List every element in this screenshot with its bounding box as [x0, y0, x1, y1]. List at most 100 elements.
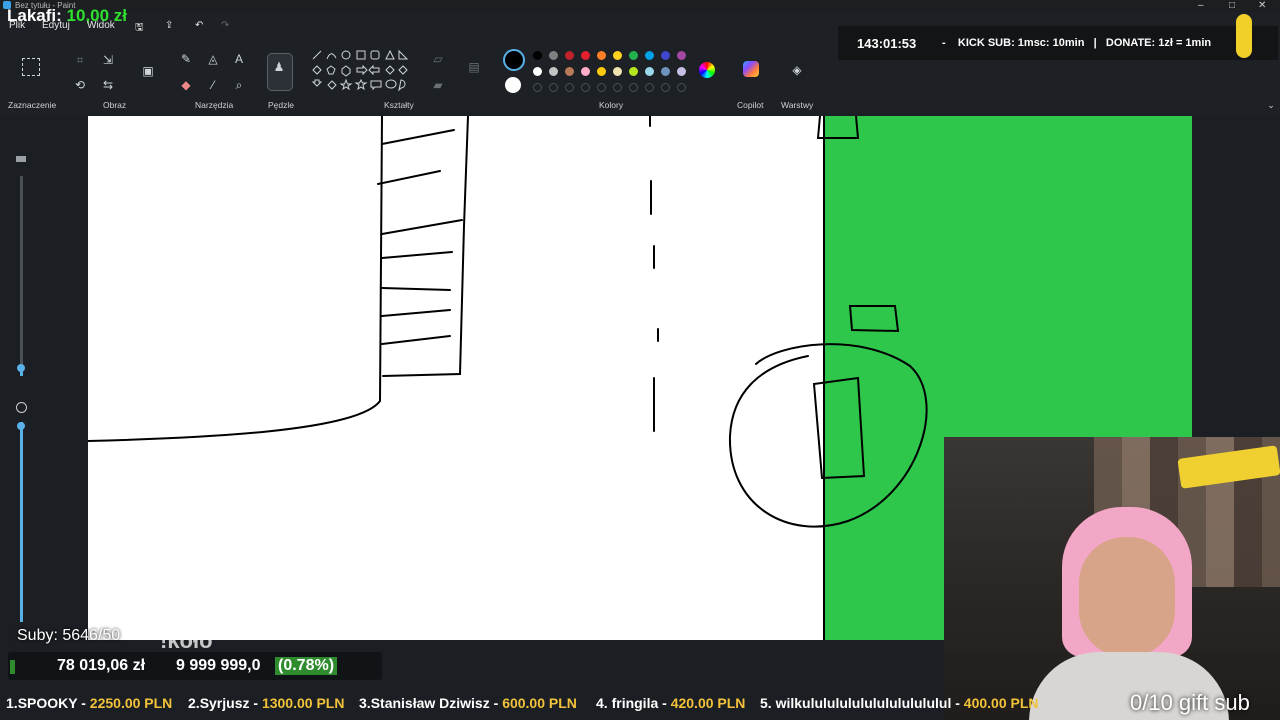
color-swatch[interactable] [565, 51, 574, 60]
color-swatch[interactable] [629, 51, 638, 60]
color-swatch[interactable] [533, 67, 542, 76]
close-icon[interactable]: ✕ [1258, 0, 1266, 11]
image-select-icon[interactable]: ▣ [140, 64, 156, 78]
menu-view[interactable]: Widok [87, 20, 115, 31]
slider-track [20, 176, 23, 376]
share-icon[interactable]: ⇪ [165, 20, 173, 31]
undo-icon[interactable]: ↶ [195, 20, 203, 31]
color-swatch[interactable] [565, 67, 574, 76]
ticker-item: 3.Stanisław Dziwisz - 600.00 PLN [359, 695, 577, 711]
maximize-icon[interactable]: □ [1229, 0, 1235, 11]
goal-icon [10, 660, 15, 674]
primary-color-swatch[interactable] [503, 49, 525, 71]
custom-color-slot[interactable] [613, 83, 622, 92]
group-label-selection: Zaznaczenie [8, 100, 57, 110]
secondary-color-swatch[interactable] [505, 77, 521, 93]
brush-icon: ♟ [273, 60, 285, 74]
outline-icon[interactable]: ▱ [430, 52, 446, 66]
custom-color-slot[interactable] [597, 83, 606, 92]
flip-icon[interactable]: ⇆ [100, 78, 116, 92]
color-swatch[interactable] [629, 67, 638, 76]
slider-top-icon [16, 156, 26, 162]
shapes-gallery[interactable] [308, 48, 418, 98]
group-label-colors: Kolory [599, 100, 624, 110]
collapse-ribbon-icon[interactable]: ⌄ [1263, 98, 1279, 112]
ticker-item: 1.SPOOKY - 2250.00 PLN [6, 695, 173, 711]
shape-fill-icon[interactable]: ▰ [430, 78, 446, 92]
copilot-icon[interactable] [743, 61, 759, 77]
text-icon[interactable]: A [231, 52, 247, 66]
magnifier-icon[interactable]: ⌕ [231, 78, 247, 92]
ticker-item: 2.Syrjusz - 1300.00 PLN [188, 695, 345, 711]
slider-thumb[interactable] [17, 364, 25, 372]
custom-color-slot[interactable] [581, 83, 590, 92]
goal-current: 78 019,06 zł [57, 657, 146, 674]
color-swatch[interactable] [581, 67, 590, 76]
selection-tool-icon[interactable] [22, 58, 40, 76]
layers-icon[interactable]: ◈ [789, 63, 805, 77]
donate-info: DONATE: 1zł = 1min [1105, 37, 1212, 49]
group-label-image: Obraz [103, 100, 127, 110]
streamer-face [1079, 537, 1175, 657]
save-icon[interactable]: 🖫 [135, 20, 144, 37]
stream-info: - KICK SUB: 1msc: 10min | DONATE: 1zł = … [942, 37, 1211, 49]
opacity-thumb[interactable] [17, 422, 25, 430]
minimize-icon[interactable]: – [1198, 0, 1204, 11]
color-picker-icon[interactable]: ⁄ [205, 78, 221, 92]
gift-sub-counter: 0/10 gift sub [1130, 690, 1250, 715]
custom-color-slot[interactable] [549, 83, 558, 92]
color-swatch[interactable] [645, 67, 654, 76]
goal-target: 9 999 999,0 [176, 657, 261, 674]
custom-color-slot[interactable] [677, 83, 686, 92]
fill-icon[interactable]: ◬ [205, 52, 221, 66]
custom-color-slot[interactable] [565, 83, 574, 92]
rotate-icon[interactable]: ⟲ [72, 78, 88, 92]
color-swatch[interactable] [613, 51, 622, 60]
color-swatch[interactable] [645, 51, 654, 60]
color-swatch[interactable] [533, 51, 542, 60]
edit-colors-icon[interactable] [699, 62, 715, 78]
eraser-icon[interactable]: ◆ [178, 78, 194, 92]
custom-color-slot[interactable] [629, 83, 638, 92]
color-swatch[interactable] [677, 51, 686, 60]
color-swatch[interactable] [597, 51, 606, 60]
custom-color-slot[interactable] [645, 83, 654, 92]
color-swatch[interactable] [677, 67, 686, 76]
menu-file[interactable]: Plik [9, 20, 25, 31]
group-label-layers: Warstwy [781, 100, 814, 110]
top-donors-ticker: 1.SPOOKY - 2250.00 PLN 2.Syrjusz - 1300.… [0, 692, 1100, 714]
opacity-icon [16, 402, 27, 413]
group-label-brushes: Pędzle [268, 100, 294, 110]
group-label-copilot: Copilot [737, 100, 764, 110]
stream-separator: | [1093, 37, 1097, 49]
menu-edit[interactable]: Edytuj [42, 20, 70, 31]
ticker-item: 5. wilkulululululululululululul - 400.00… [760, 695, 1039, 711]
custom-color-slot[interactable] [533, 83, 542, 92]
kick-sub-info: KICK SUB: 1msc: 10min [957, 37, 1085, 49]
subs-counter: Suby: 5646/50 [17, 627, 121, 644]
group-label-tools: Narzędzia [195, 100, 234, 110]
redo-icon[interactable]: ↷ [221, 20, 229, 31]
zoom-slider[interactable] [14, 150, 28, 630]
custom-color-slot[interactable] [661, 83, 670, 92]
resize-icon[interactable]: ⇲ [100, 53, 116, 67]
pencil-icon[interactable]: ✎ [178, 52, 194, 66]
title-bar: Bez tytułu - Paint – □ ✕ [0, 0, 1280, 12]
color-swatch[interactable] [581, 51, 590, 60]
crop-icon[interactable]: ⌗ [72, 53, 88, 67]
goal-percentage: (0.78%) [275, 657, 338, 675]
color-swatch[interactable] [661, 51, 670, 60]
color-swatch[interactable] [597, 67, 606, 76]
color-swatch[interactable] [549, 51, 558, 60]
color-swatch[interactable] [661, 67, 670, 76]
webcam-feed [944, 437, 1280, 720]
banana-mascot-icon [1236, 14, 1252, 58]
wheel-command: !koło [160, 628, 213, 653]
ticker-item: 4. fringila - 420.00 PLN [596, 695, 746, 711]
opacity-track [20, 422, 23, 622]
shape-style-icon[interactable]: ▤ [466, 60, 482, 74]
color-swatch[interactable] [549, 67, 558, 76]
stream-timer: 143:01:53 [857, 36, 917, 51]
group-label-shapes: Kształty [384, 100, 414, 110]
color-swatch[interactable] [613, 67, 622, 76]
